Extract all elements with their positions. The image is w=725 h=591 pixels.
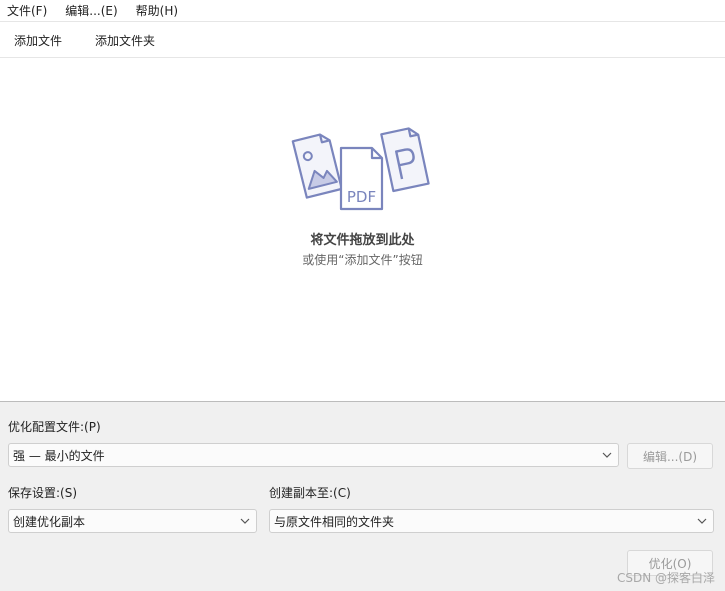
menu-bar: 文件(F) 编辑...(E) 帮助(H) <box>0 0 725 22</box>
watermark: CSDN @探客白泽 <box>616 571 715 585</box>
edit-profile-button[interactable]: 编辑...(D) <box>627 443 713 469</box>
add-folder-button[interactable]: 添加文件夹 <box>95 32 155 49</box>
save-settings-value: 创建优化副本 <box>13 514 86 529</box>
drop-zone[interactable]: PDF 将文件拖放到此处 或使用“添加文件”按钮 <box>0 59 725 401</box>
save-settings-label: 保存设置:(S) <box>8 486 78 500</box>
chevron-down-icon <box>602 452 612 458</box>
menu-help[interactable]: 帮助(H) <box>136 2 178 19</box>
profile-label: 优化配置文件:(P) <box>8 420 101 434</box>
toolbar: 添加文件 添加文件夹 <box>0 23 725 58</box>
copy-to-select[interactable]: 与原文件相同的文件夹 <box>269 509 714 533</box>
file-types-icon: PDF <box>291 127 430 211</box>
profile-select[interactable]: 强 — 最小的文件 <box>8 443 619 467</box>
pdf-label: PDF <box>347 188 376 206</box>
drop-subtitle: 或使用“添加文件”按钮 <box>302 253 423 267</box>
add-file-button[interactable]: 添加文件 <box>14 32 62 49</box>
copy-to-value: 与原文件相同的文件夹 <box>274 514 395 529</box>
menu-file[interactable]: 文件(F) <box>7 2 47 19</box>
chevron-down-icon <box>240 518 250 524</box>
menu-edit[interactable]: 编辑...(E) <box>65 2 117 19</box>
settings-panel: 优化配置文件:(P) 强 — 最小的文件 编辑...(D) 保存设置:(S) 创… <box>0 401 725 591</box>
drop-title: 将文件拖放到此处 <box>310 233 415 248</box>
save-settings-select[interactable]: 创建优化副本 <box>8 509 257 533</box>
chevron-down-icon <box>697 518 707 524</box>
profile-select-value: 强 — 最小的文件 <box>13 448 105 463</box>
copy-to-label: 创建副本至:(C) <box>269 486 351 500</box>
